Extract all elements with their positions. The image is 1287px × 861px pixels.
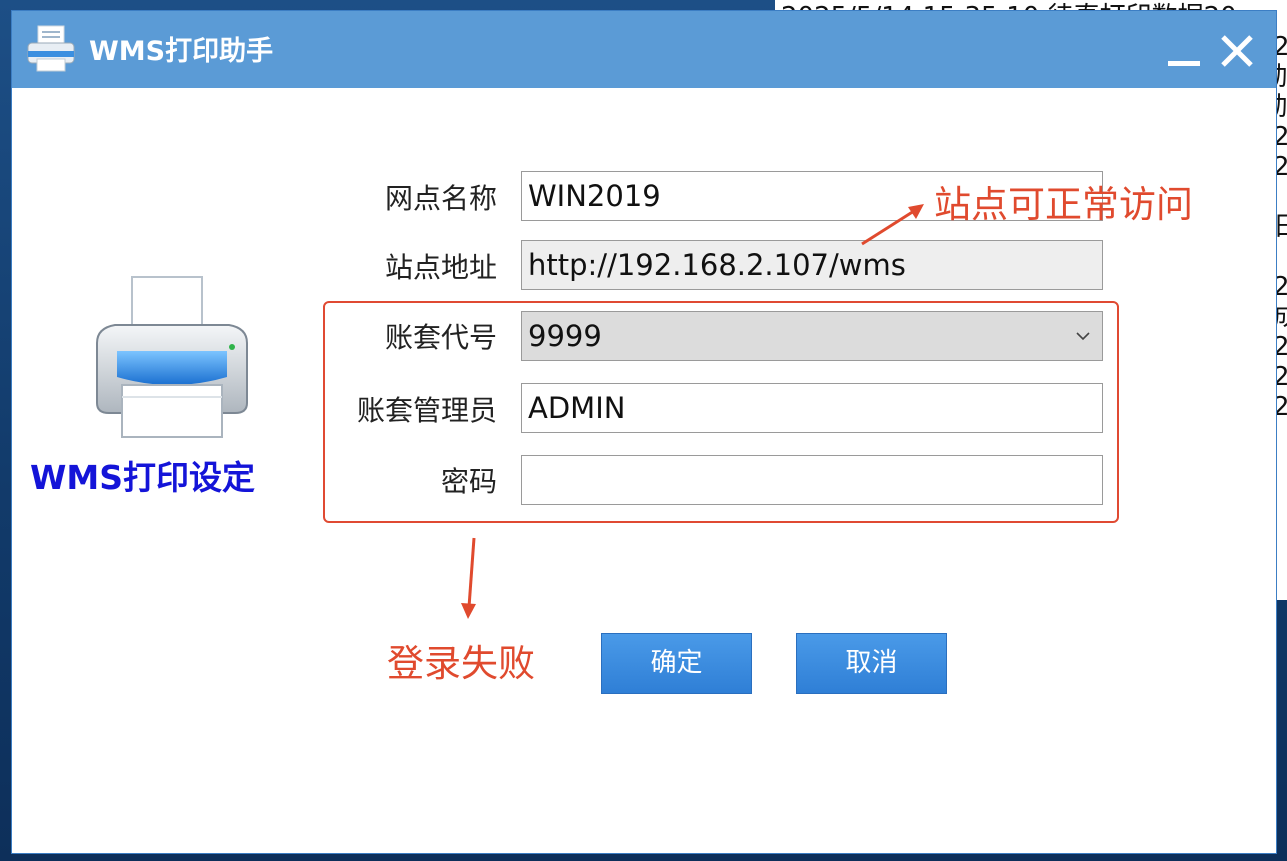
site-address-label: 站点地址 [384, 251, 497, 284]
annotation-login-failed: 登录失败 [387, 642, 535, 685]
site-address-input: http://192.168.2.107/wms [521, 240, 1103, 290]
close-icon [1221, 35, 1253, 67]
annotation-site-ok: 站点可正常访问 [934, 183, 1193, 226]
minimize-button[interactable] [1162, 31, 1202, 71]
printer-icon [27, 25, 75, 72]
arrow-to-login-note [467, 537, 476, 608]
close-button[interactable] [1215, 29, 1259, 73]
window-title: WMS打印助手 [89, 36, 274, 67]
highlight-box [323, 301, 1119, 523]
printer-illustration-icon [96, 276, 248, 438]
arrow-head [461, 603, 476, 619]
ok-button[interactable]: 确定 [601, 633, 752, 694]
side-caption: WMS打印设定 [30, 458, 256, 497]
site-name-label: 网点名称 [384, 182, 497, 215]
cancel-button[interactable]: 取消 [796, 633, 947, 694]
title-bar[interactable]: WMS打印助手 [12, 11, 1276, 88]
wms-print-dialog: WMS打印助手 WMS打印设定 网点名称 WIN2019 站点地址 http:/… [11, 10, 1277, 854]
